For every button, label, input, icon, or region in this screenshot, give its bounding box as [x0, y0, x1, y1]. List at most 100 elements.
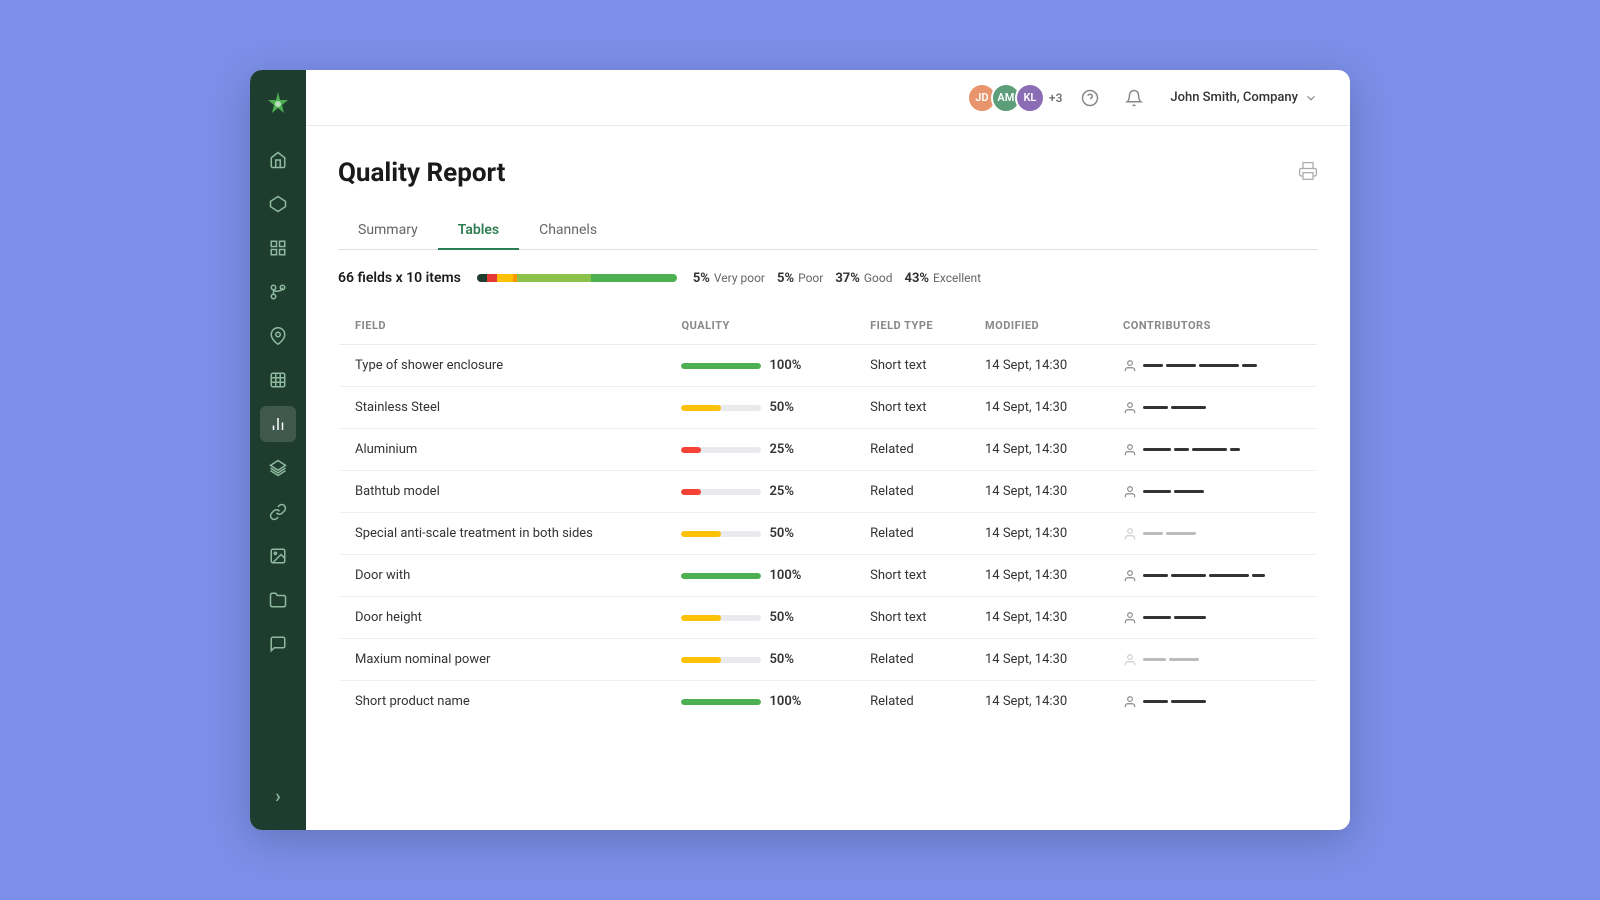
sidebar: ›	[250, 70, 306, 830]
contrib-bar	[1192, 448, 1227, 451]
qbar-green	[591, 274, 677, 282]
person-icon	[1123, 611, 1137, 625]
sidebar-chevron[interactable]: ›	[260, 778, 296, 814]
quality-bar-visual	[681, 447, 761, 453]
field-name-cell: Maxium nominal power	[339, 639, 666, 681]
quality-bar-visual	[681, 531, 761, 537]
modified-cell: 14 Sept, 14:30	[969, 345, 1107, 387]
field-name-cell: Aluminium	[339, 429, 666, 471]
contrib-bars	[1143, 658, 1199, 661]
contrib-bar	[1143, 448, 1171, 451]
contrib-bar	[1143, 406, 1168, 409]
contrib-bar	[1143, 532, 1163, 535]
field-type-cell: Short text	[854, 555, 969, 597]
person-icon	[1123, 527, 1137, 541]
avatar-3: KL	[1015, 83, 1045, 113]
field-name-cell: Door height	[339, 597, 666, 639]
contrib-bar	[1169, 658, 1199, 661]
table-row[interactable]: Bathtub model 25% Related 14 Sept, 14:30	[339, 471, 1318, 513]
quality-fill	[681, 405, 721, 411]
legend-verypoor-label: Very poor	[714, 271, 765, 285]
sidebar-git[interactable]	[260, 274, 296, 310]
quality-bar-visual	[681, 615, 761, 621]
quality-bar-visual	[681, 699, 761, 705]
contrib-bar	[1174, 616, 1207, 619]
contrib-bar	[1171, 574, 1206, 577]
table-row[interactable]: Aluminium 25% Related 14 Sept, 14:30	[339, 429, 1318, 471]
modified-cell: 14 Sept, 14:30	[969, 681, 1107, 723]
contrib-bars	[1143, 574, 1265, 577]
sidebar-link[interactable]	[260, 494, 296, 530]
print-icon	[1298, 161, 1318, 181]
col-field: FIELD	[339, 307, 666, 345]
avatar-group: JD AM KL +3	[967, 83, 1062, 113]
contrib-bar	[1209, 574, 1249, 577]
quality-fill	[681, 531, 721, 537]
field-type-cell: Related	[854, 639, 969, 681]
quality-pct: 25%	[769, 442, 805, 457]
quality-bar-visual	[681, 657, 761, 663]
sidebar-folder[interactable]	[260, 582, 296, 618]
contributors-cell	[1107, 387, 1317, 429]
quality-fill	[681, 489, 701, 495]
table-row[interactable]: Stainless Steel 50% Short text 14 Sept, …	[339, 387, 1318, 429]
contrib-bar	[1242, 364, 1257, 367]
contrib-bars	[1143, 406, 1206, 409]
tab-summary[interactable]: Summary	[338, 212, 438, 250]
col-contributors: CONTRIBUTORS	[1107, 307, 1317, 345]
contributors-cell	[1107, 471, 1317, 513]
sidebar-home[interactable]	[260, 142, 296, 178]
sidebar-layers[interactable]	[260, 230, 296, 266]
contrib-bars	[1143, 364, 1257, 367]
field-type-cell: Related	[854, 681, 969, 723]
user-menu[interactable]: John Smith, Company	[1162, 86, 1326, 109]
contributors-cell	[1107, 681, 1317, 723]
notification-button[interactable]	[1118, 82, 1150, 114]
legend-poor: 5% Poor	[777, 271, 823, 286]
help-button[interactable]	[1074, 82, 1106, 114]
qbar-yellow	[497, 274, 513, 282]
sidebar-grid[interactable]	[260, 362, 296, 398]
quality-pct: 100%	[769, 568, 805, 583]
col-modified: MODIFIED	[969, 307, 1107, 345]
table-row[interactable]: Door with 100% Short text 14 Sept, 14:30	[339, 555, 1318, 597]
contrib-bar	[1143, 364, 1163, 367]
quality-pct: 50%	[769, 400, 805, 415]
sidebar-location[interactable]	[260, 318, 296, 354]
legend-excellent: 43% Excellent	[905, 271, 982, 286]
page-title: Quality Report	[338, 158, 505, 188]
contrib-bar	[1171, 700, 1206, 703]
table-row[interactable]: Special anti-scale treatment in both sid…	[339, 513, 1318, 555]
quality-cell: 100%	[665, 555, 854, 597]
app-logo[interactable]	[260, 86, 296, 122]
contrib-bar	[1174, 490, 1204, 493]
table-row[interactable]: Type of shower enclosure 100% Short text…	[339, 345, 1318, 387]
modified-cell: 14 Sept, 14:30	[969, 471, 1107, 513]
field-type-cell: Related	[854, 429, 969, 471]
print-button[interactable]	[1298, 161, 1318, 186]
quality-cell: 50%	[665, 387, 854, 429]
quality-bar-visual	[681, 573, 761, 579]
table-row[interactable]: Maxium nominal power 50% Related 14 Sept…	[339, 639, 1318, 681]
field-name-cell: Door with	[339, 555, 666, 597]
tab-tables[interactable]: Tables	[438, 212, 519, 250]
sidebar-image[interactable]	[260, 538, 296, 574]
legend-excellent-label: Excellent	[933, 271, 981, 285]
contributors-cell	[1107, 513, 1317, 555]
sidebar-stack[interactable]	[260, 450, 296, 486]
table-row[interactable]: Short product name 100% Related 14 Sept,…	[339, 681, 1318, 723]
modified-cell: 14 Sept, 14:30	[969, 513, 1107, 555]
legend-good-pct: 37%	[835, 271, 860, 286]
quality-bar-row: 66 fields x 10 items 5% Very poor 5%	[338, 270, 1318, 286]
table-row[interactable]: Door height 50% Short text 14 Sept, 14:3…	[339, 597, 1318, 639]
sidebar-tag[interactable]	[260, 186, 296, 222]
modified-cell: 14 Sept, 14:30	[969, 429, 1107, 471]
sidebar-chart[interactable]	[260, 406, 296, 442]
quality-fill	[681, 447, 701, 453]
sidebar-chat[interactable]	[260, 626, 296, 662]
contrib-bars	[1143, 616, 1206, 619]
contrib-bar	[1166, 532, 1196, 535]
tab-channels[interactable]: Channels	[519, 212, 617, 250]
contributors-cell	[1107, 429, 1317, 471]
field-name-cell: Bathtub model	[339, 471, 666, 513]
